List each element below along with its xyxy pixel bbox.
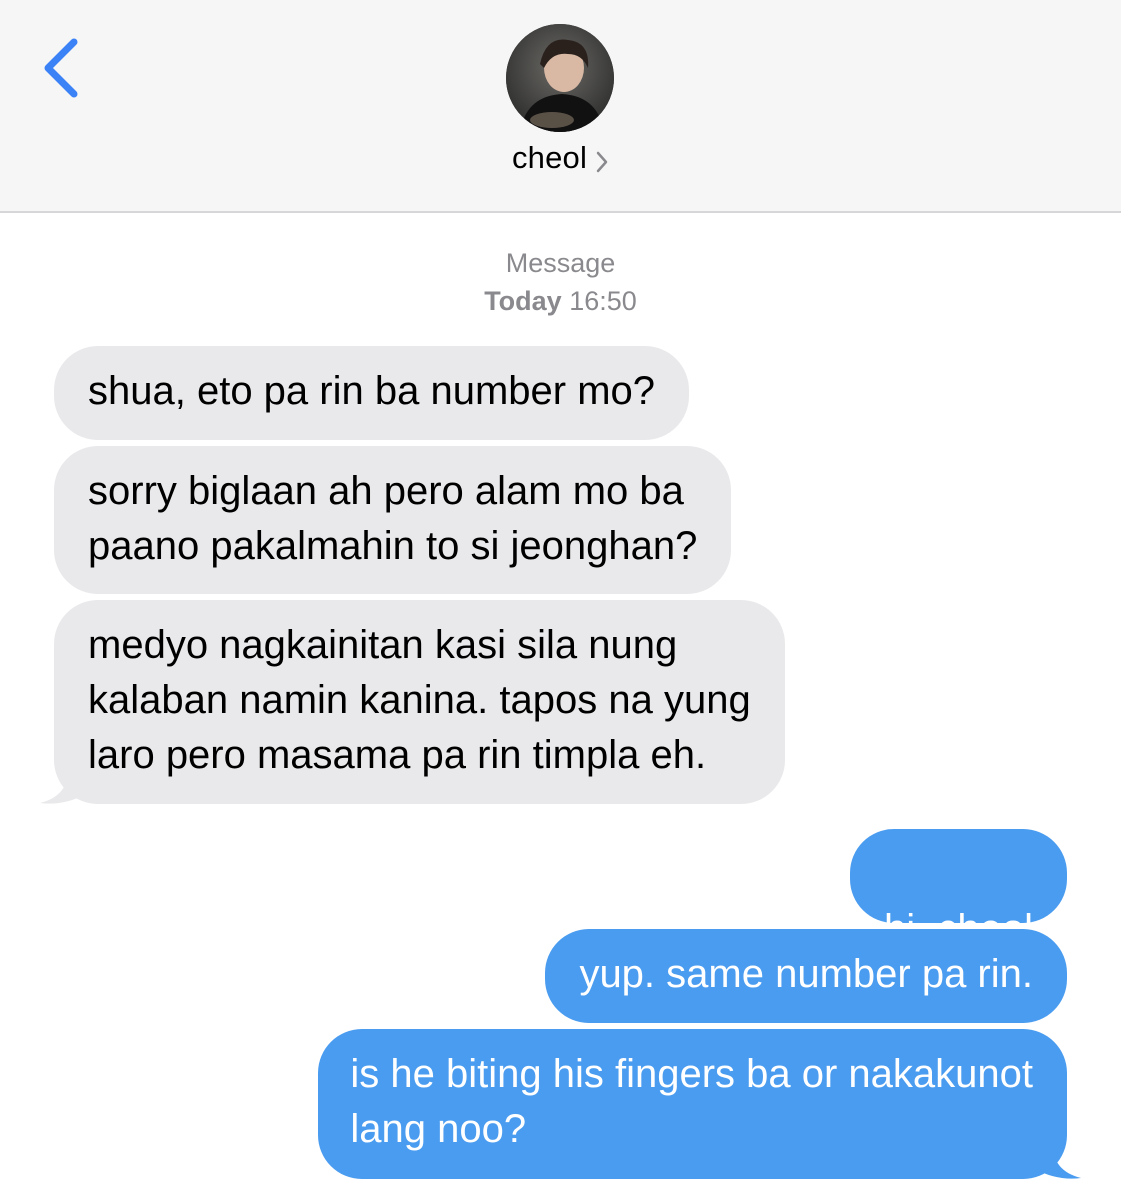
incoming-message[interactable]: medyo nagkainitan kasi sila nung kalaban… [54,600,785,804]
timestamp-time: 16:50 [569,286,637,316]
outgoing-message[interactable]: yup. same number pa rin. [545,929,1067,1023]
incoming-message[interactable]: shua, eto pa rin ba number mo? [54,346,690,440]
outgoing-message[interactable]: hi, cheol [850,829,1067,999]
timestamp-day: Today [484,286,562,316]
avatar[interactable] [506,24,614,132]
conversation-meta: Message Today 16:50 [0,244,1121,320]
avatar-image [506,24,614,132]
contact-name: cheol [511,140,588,175]
messages-screen: cheol Message Today 16:50 shua, eto pa r… [0,0,1121,1200]
timestamp: Today 16:50 [0,282,1121,320]
chevron-left-icon [44,38,78,98]
incoming-bubble-tail [40,770,86,804]
outgoing-bubble-tail [1035,1145,1081,1179]
incoming-message[interactable]: sorry biglaan ah pero alam mo ba paano p… [54,446,732,594]
back-button[interactable] [36,30,96,110]
service-label: Message [505,248,616,278]
outgoing-message[interactable]: is he biting his fingers ba or nakakunot… [318,1029,1067,1179]
conversation-header: cheol [0,0,1121,213]
chevron-right-icon [596,151,608,173]
contact-name-button[interactable]: cheol [0,140,1121,176]
